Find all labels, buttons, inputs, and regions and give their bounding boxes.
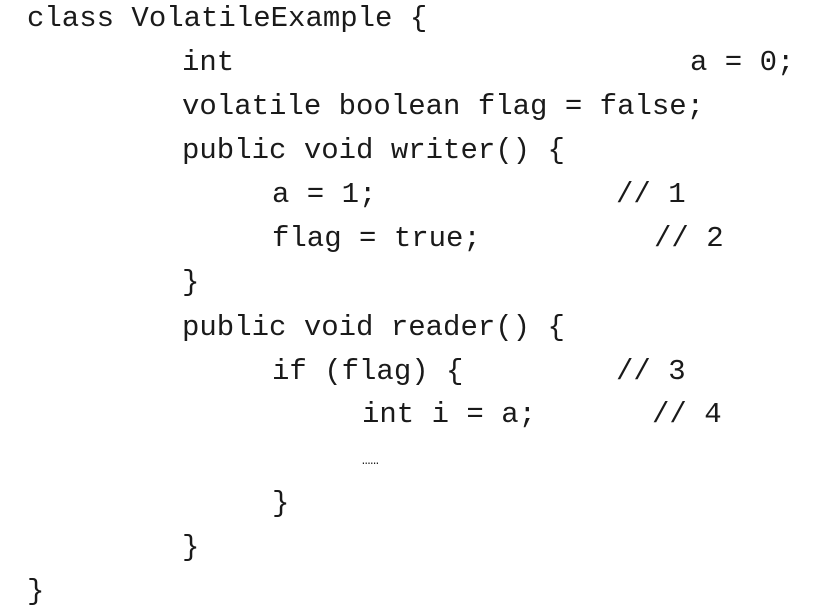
if-close-brace: } [272, 487, 290, 520]
comment-3: // 3 [616, 355, 686, 388]
comment-2: // 2 [654, 222, 724, 255]
field-a-assignment: a = 0; [690, 46, 795, 79]
code-snippet: class VolatileExample { int a = 0; volat… [0, 0, 838, 614]
if-statement: if (flag) { [272, 355, 464, 388]
writer-method-signature: public void writer() { [182, 134, 565, 167]
reader-close-brace: } [182, 531, 200, 564]
field-a-type: int [182, 46, 235, 79]
ellipsis: …… [362, 453, 379, 469]
class-close-brace: } [27, 575, 45, 608]
class-declaration: class VolatileExample { [27, 2, 428, 35]
writer-statement-1: a = 1; [272, 178, 377, 211]
writer-close-brace: } [182, 266, 200, 299]
field-flag-declaration: volatile boolean flag = false; [182, 90, 705, 123]
comment-1: // 1 [616, 178, 686, 211]
writer-statement-2: flag = true; [272, 222, 481, 255]
comment-4: // 4 [652, 398, 722, 431]
reader-method-signature: public void reader() { [182, 311, 565, 344]
read-statement: int i = a; [362, 398, 537, 431]
